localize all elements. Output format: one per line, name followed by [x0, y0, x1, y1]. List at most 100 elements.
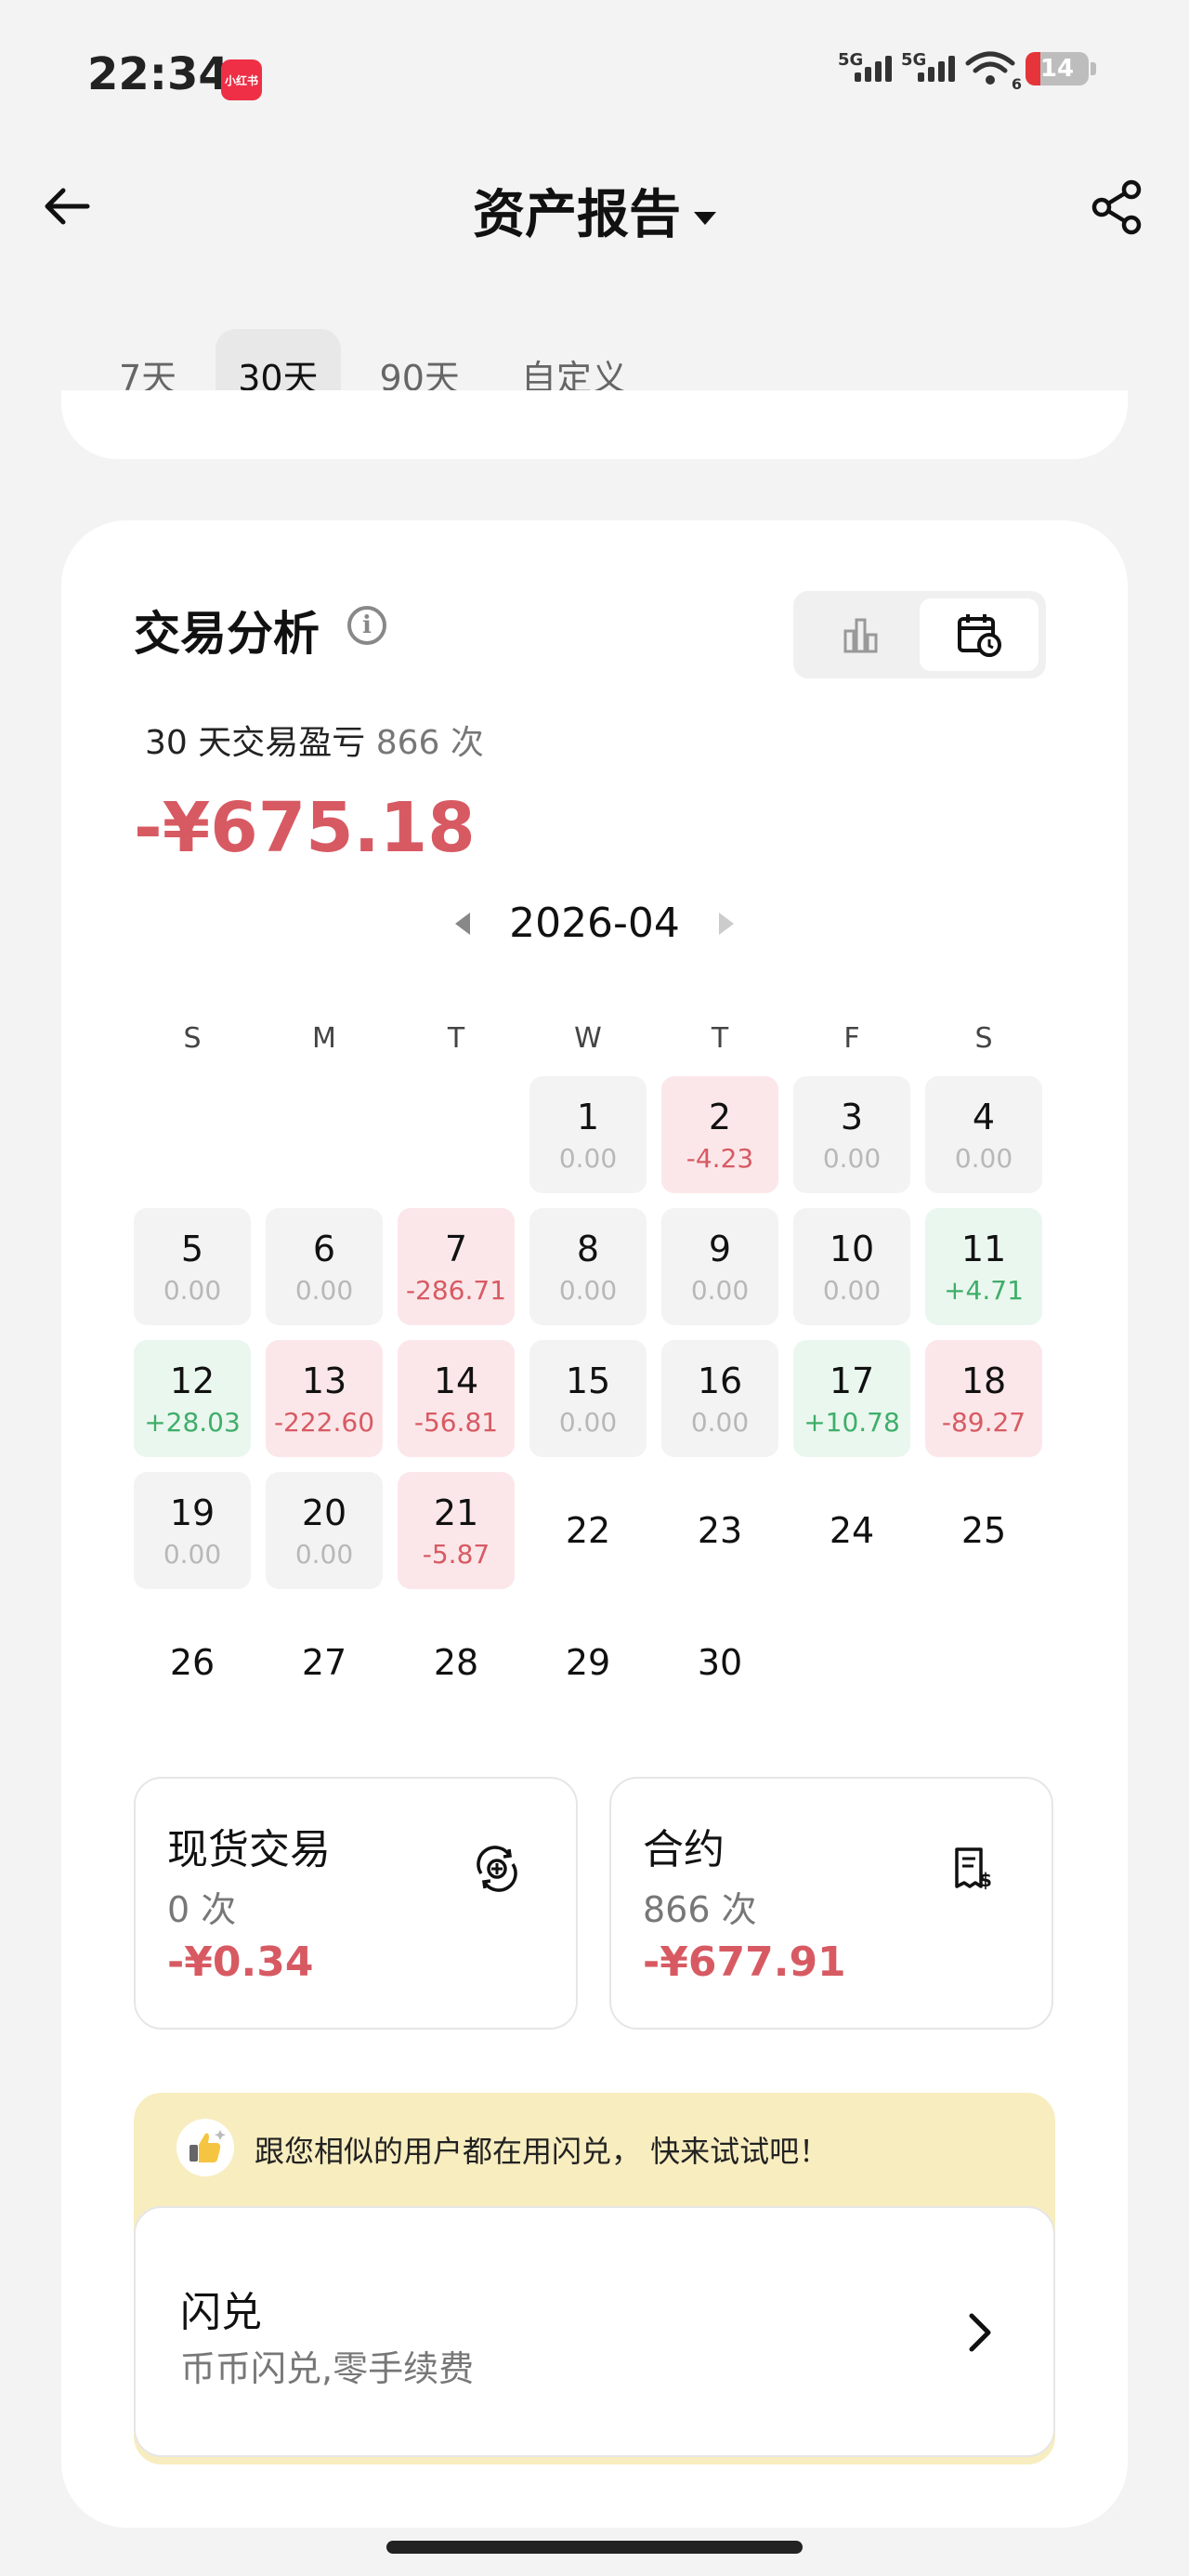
- day-pnl: -5.87: [422, 1538, 490, 1570]
- status-indicators: 5G 5G 6 14: [838, 50, 1096, 93]
- calendar-day-cell[interactable]: 12 +28.03: [134, 1340, 251, 1457]
- day-number: 7: [444, 1228, 468, 1269]
- flash-swap-card[interactable]: [134, 2206, 1055, 2457]
- weekday-label: S: [183, 1022, 202, 1055]
- contract-card[interactable]: 合约 866 次 -¥677.91 $: [609, 1777, 1053, 2030]
- calendar-day-cell[interactable]: 3 0.00: [793, 1076, 910, 1193]
- home-indicator[interactable]: [386, 2541, 803, 2554]
- day-pnl: 0.00: [558, 1142, 618, 1174]
- day-pnl: -222.60: [273, 1406, 375, 1438]
- next-month-icon[interactable]: [718, 912, 734, 935]
- signal-icon: 5G: [901, 50, 955, 82]
- page-title-text: 资产报告: [473, 185, 681, 245]
- info-icon[interactable]: i: [347, 606, 386, 645]
- trade-count: 866 次: [375, 724, 484, 762]
- weekday-label: W: [574, 1022, 602, 1055]
- day-number: 28: [433, 1642, 479, 1683]
- day-pnl: 0.00: [690, 1406, 750, 1438]
- calendar-day-cell[interactable]: 2 -4.23: [661, 1076, 778, 1193]
- day-number: 14: [433, 1360, 479, 1401]
- bar-chart-icon: [843, 618, 878, 653]
- day-number: 23: [697, 1510, 743, 1551]
- calendar-day-cell[interactable]: 10 0.00: [793, 1208, 910, 1325]
- status-time: 22:34: [87, 48, 229, 100]
- flash-swap-subtitle: 币币闪兑,零手续费: [180, 2348, 475, 2389]
- calendar-day-cell[interactable]: 21 -5.87: [398, 1472, 515, 1589]
- calendar-day-cell[interactable]: 14 -56.81: [398, 1340, 515, 1457]
- contract-pnl: -¥677.91: [643, 1939, 846, 1986]
- day-pnl: -4.23: [686, 1142, 754, 1174]
- app-notification-icon: 小红书: [221, 59, 262, 100]
- weekday-label: F: [843, 1022, 860, 1055]
- calendar-day-cell[interactable]: 29: [529, 1604, 647, 1721]
- calendar-day-cell[interactable]: 22: [529, 1472, 647, 1589]
- calendar-day-cell[interactable]: 20 0.00: [266, 1472, 383, 1589]
- chevron-right-icon[interactable]: [966, 2312, 994, 2357]
- day-number: 13: [301, 1360, 347, 1401]
- calendar-day-cell[interactable]: 24: [793, 1472, 910, 1589]
- day-number: 20: [301, 1492, 347, 1533]
- day-pnl: 0.00: [163, 1538, 222, 1570]
- share-button[interactable]: [1089, 178, 1146, 240]
- day-pnl: 0.00: [163, 1274, 222, 1306]
- day-number: 15: [565, 1360, 611, 1401]
- day-pnl: 0.00: [294, 1538, 354, 1570]
- calendar-day-cell[interactable]: 7 -286.71: [398, 1208, 515, 1325]
- day-number: 16: [697, 1360, 743, 1401]
- day-number: 21: [433, 1492, 479, 1533]
- wifi-icon: 6: [964, 50, 1022, 93]
- day-number: 29: [565, 1642, 611, 1683]
- day-number: 30: [697, 1642, 743, 1683]
- calendar-day-cell[interactable]: 9 0.00: [661, 1208, 778, 1325]
- battery-cap: [1091, 62, 1096, 75]
- share-icon: [1091, 179, 1142, 235]
- battery-icon: 14: [1026, 52, 1089, 85]
- calendar-empty-cell: [266, 1076, 383, 1193]
- calendar-empty-cell: [398, 1076, 515, 1193]
- day-number: 2: [708, 1096, 732, 1137]
- calendar-day-cell[interactable]: 25: [925, 1472, 1042, 1589]
- day-pnl: +28.03: [144, 1406, 241, 1438]
- calendar-day-cell[interactable]: 16 0.00: [661, 1340, 778, 1457]
- exchange-icon: [474, 1846, 520, 1896]
- contract-document-icon: $: [951, 1846, 996, 1896]
- day-number: 27: [301, 1642, 347, 1683]
- day-pnl: -89.27: [941, 1406, 1026, 1438]
- calendar-day-cell[interactable]: 15 0.00: [529, 1340, 647, 1457]
- calendar-day-cell[interactable]: 11 +4.71: [925, 1208, 1042, 1325]
- spot-pnl: -¥0.34: [167, 1939, 314, 1986]
- contract-title: 合约: [643, 1826, 725, 1873]
- previous-card-edge: [61, 390, 1128, 459]
- calendar-day-cell[interactable]: 6 0.00: [266, 1208, 383, 1325]
- day-number: 1: [576, 1096, 600, 1137]
- day-number: 25: [960, 1510, 1007, 1551]
- calendar-day-cell[interactable]: 28: [398, 1604, 515, 1721]
- signal-icon: 5G: [838, 50, 892, 82]
- day-pnl: 0.00: [558, 1274, 618, 1306]
- page-title[interactable]: 资产报告: [0, 173, 1189, 248]
- caret-down-icon: [694, 211, 716, 225]
- spot-trading-card[interactable]: 现货交易 0 次 -¥0.34: [134, 1777, 578, 2030]
- calendar-day-cell[interactable]: 5 0.00: [134, 1208, 251, 1325]
- svg-text:$: $: [979, 1869, 992, 1891]
- calendar-day-cell[interactable]: 27: [266, 1604, 383, 1721]
- calendar-view-button[interactable]: [920, 598, 1039, 671]
- calendar-day-cell[interactable]: 23: [661, 1472, 778, 1589]
- weekday-header: SMTWTFS: [134, 1022, 1053, 1069]
- calendar-day-cell[interactable]: 26: [134, 1604, 251, 1721]
- day-pnl: 0.00: [294, 1274, 354, 1306]
- calendar-day-cell[interactable]: 18 -89.27: [925, 1340, 1042, 1457]
- calendar-day-cell[interactable]: 4 0.00: [925, 1076, 1042, 1193]
- calendar-day-cell[interactable]: 30: [661, 1604, 778, 1721]
- day-number: 26: [169, 1642, 216, 1683]
- calendar-day-cell[interactable]: 13 -222.60: [266, 1340, 383, 1457]
- calendar-day-cell[interactable]: 1 0.00: [529, 1076, 647, 1193]
- day-pnl: +4.71: [944, 1274, 1024, 1306]
- calendar-day-cell[interactable]: 17 +10.78: [793, 1340, 910, 1457]
- calendar-day-cell[interactable]: 8 0.00: [529, 1208, 647, 1325]
- day-number: 8: [576, 1228, 600, 1269]
- spot-count: 0 次: [167, 1889, 237, 1930]
- bar-chart-view-button[interactable]: [801, 598, 920, 671]
- prev-month-icon[interactable]: [455, 912, 471, 935]
- calendar-day-cell[interactable]: 19 0.00: [134, 1472, 251, 1589]
